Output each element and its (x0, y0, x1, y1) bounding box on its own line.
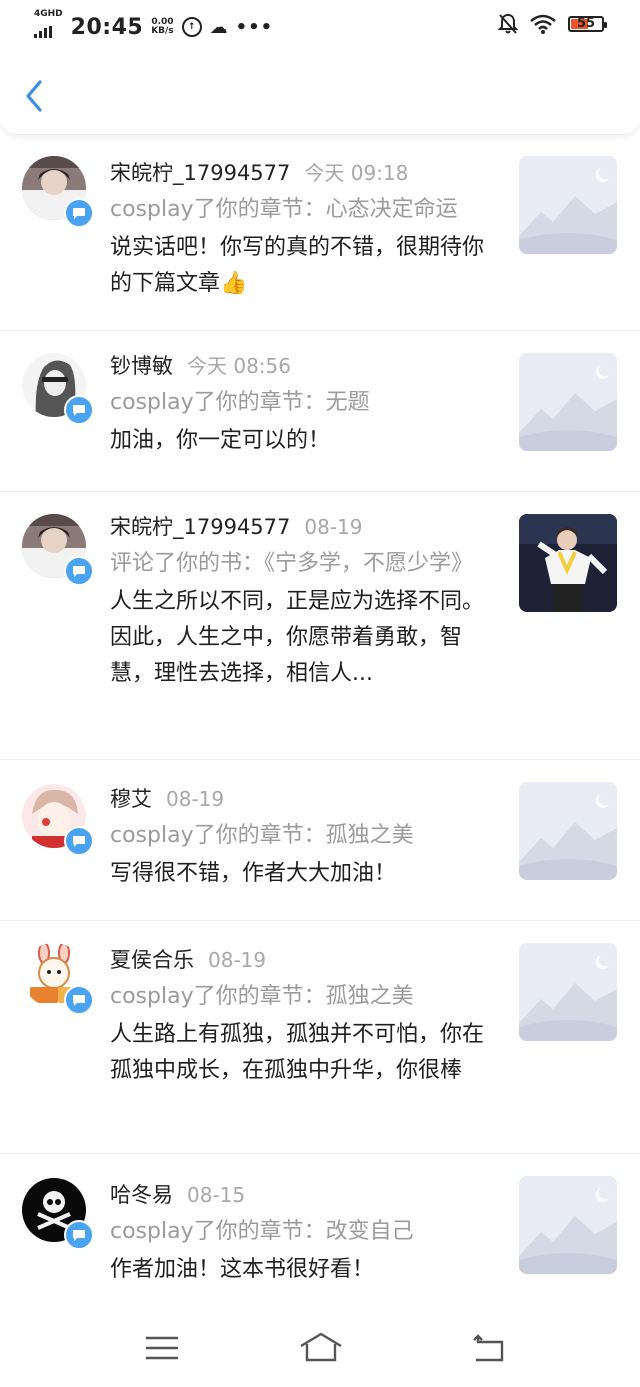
comment-text: 加油，你一定可以的！ (110, 428, 331, 453)
action-text: cosplay了你的章节：孤独之美 (110, 823, 414, 848)
message-icon (64, 395, 94, 425)
thumbnail-placeholder[interactable] (519, 353, 617, 451)
comment-text: 人生路上有孤独，孤独并不可怕，你在孤独中成长，在孤独中升华，你很棒 (110, 1022, 485, 1083)
clock: 20:45 (70, 14, 144, 40)
message-icon (64, 198, 94, 228)
action-text: cosplay了你的章节：改变自己 (110, 1219, 414, 1244)
action-text: cosplay了你的章节：孤独之美 (110, 984, 414, 1009)
action-text: cosplay了你的章节：心态决定命运 (110, 197, 458, 222)
thumbnail-photo[interactable] (519, 514, 617, 612)
avatar[interactable] (22, 353, 94, 425)
more-notifications-icon: ••• (235, 16, 274, 38)
comment-text: 说实话吧！你写的真的不错，很期待你的下篇文章👍 (110, 235, 485, 296)
notification-item[interactable]: 夏侯合乐 08-19 cosplay了你的章节：孤独之美 人生路上有孤独，孤独并不… (0, 921, 640, 1154)
timestamp: 08-15 (187, 1183, 246, 1207)
avatar[interactable] (22, 514, 94, 586)
avatar[interactable] (22, 784, 94, 856)
mute-bell-icon (498, 13, 518, 34)
user-name[interactable]: 穆艾 (110, 787, 152, 811)
signal-indicator: 4GHD (34, 10, 63, 44)
battery-icon: 55 (568, 16, 607, 32)
menu-button[interactable] (142, 1330, 182, 1366)
action-text: 评论了你的书：《宁多学，不愿少学》 (110, 551, 474, 576)
data-saver-icon: ↑ (181, 17, 202, 37)
network-speed-unit: KB/s (151, 26, 174, 36)
notification-item[interactable]: 穆艾 08-19 cosplay了你的章节：孤独之美 写得很不错，作者大大加油！ (0, 760, 640, 921)
home-button[interactable] (298, 1330, 344, 1366)
thumbnail-placeholder[interactable] (519, 156, 617, 254)
return-icon (473, 1334, 504, 1362)
notification-item[interactable]: 宋皖柠_17994577 08-19 评论了你的书：《宁多学，不愿少学》 人生之所… (0, 492, 640, 760)
notification-item[interactable]: 宋皖柠_17994577 今天 09:18 cosplay了你的章节：心态决定命运… (0, 136, 640, 331)
back-button[interactable] (18, 76, 52, 116)
notification-item[interactable]: 哈冬易 08-15 cosplay了你的章节：改变自己 作者加油！这本书很好看！ (0, 1154, 640, 1304)
user-name[interactable]: 宋皖柠_17994577 (110, 515, 290, 539)
user-name[interactable]: 夏侯合乐 (110, 948, 194, 972)
message-icon (64, 556, 94, 586)
network-speed: 0.00 KB/s (151, 18, 173, 36)
thumbnail-placeholder[interactable] (519, 943, 617, 1041)
top-bar (0, 50, 640, 135)
user-name[interactable]: 哈冬易 (110, 1183, 173, 1207)
comment-text: 写得很不错，作者大大加油！ (110, 861, 397, 886)
notification-item[interactable]: 钞博敏 今天 08:56 cosplay了你的章节：无题 加油，你一定可以的！ (0, 331, 640, 492)
message-icon (64, 1220, 94, 1250)
notification-list: 宋皖柠_17994577 今天 09:18 cosplay了你的章节：心态决定命运… (0, 136, 640, 1304)
return-button[interactable] (468, 1330, 508, 1366)
avatar[interactable] (22, 943, 94, 1015)
network-type: 4GHD (34, 9, 63, 19)
timestamp: 08-19 (208, 948, 267, 972)
timestamp: 08-19 (166, 787, 225, 811)
user-name[interactable]: 宋皖柠_17994577 (110, 161, 290, 185)
performer-photo (519, 514, 617, 612)
signal-bars-icon (34, 26, 52, 38)
timestamp: 今天 09:18 (304, 161, 409, 185)
status-bar: 4GHD 20:45 0.00 KB/s ↑ ☁ ••• 55 (0, 0, 640, 50)
chevron-left-icon (26, 80, 42, 112)
system-navigation-bar (0, 1310, 640, 1387)
avatar[interactable] (22, 1178, 94, 1250)
message-icon (64, 985, 94, 1015)
action-text: cosplay了你的章节：无题 (110, 390, 370, 415)
cloud-icon: ☁ (209, 16, 228, 38)
avatar[interactable] (22, 156, 94, 228)
timestamp: 08-19 (304, 515, 363, 539)
image-placeholder-icon (519, 943, 617, 1041)
image-placeholder-icon (519, 156, 617, 254)
wifi-icon (530, 14, 556, 34)
comment-text: 作者加油！这本书很好看！ (110, 1257, 375, 1282)
timestamp: 今天 08:56 (187, 354, 291, 378)
battery-level: 55 (576, 16, 596, 31)
thumbnail-placeholder[interactable] (519, 782, 617, 880)
image-placeholder-icon (519, 353, 617, 451)
thumbnail-placeholder[interactable] (519, 1176, 617, 1274)
user-name[interactable]: 钞博敏 (110, 354, 173, 378)
image-placeholder-icon (519, 782, 617, 880)
image-placeholder-icon (519, 1176, 617, 1274)
menu-icon (146, 1336, 178, 1360)
comment-text: 人生之所以不同，正是应为选择不同。因此，人生之中，你愿带着勇敢，智慧，理性去选择… (110, 589, 485, 686)
home-icon (300, 1332, 342, 1362)
message-icon (64, 826, 94, 856)
